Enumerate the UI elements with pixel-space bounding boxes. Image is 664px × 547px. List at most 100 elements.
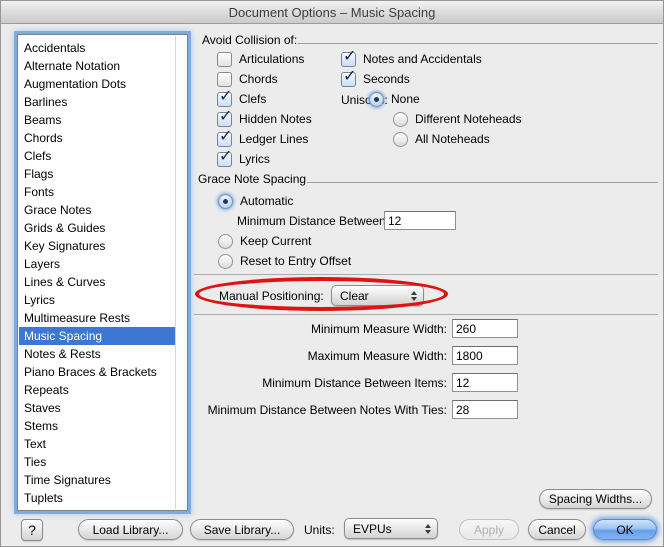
checkbox-notes-and-accidentals[interactable]: Notes and Accidentals (341, 49, 482, 69)
checkbox-lyrics[interactable]: Lyrics (217, 149, 270, 169)
category-list-scrollbar[interactable] (175, 36, 186, 509)
manual-positioning-label: Manual Positioning: (219, 289, 324, 303)
sidebar-item-beams[interactable]: Beams (19, 111, 176, 129)
sidebar-item-key-signatures[interactable]: Key Signatures (19, 237, 176, 255)
popup-value: EVPUs (353, 522, 421, 536)
minimum-distance-between-label: Minimum Distance Between: (237, 214, 389, 228)
title-bar[interactable]: Document Options – Music Spacing (1, 1, 663, 24)
sidebar-item-ties[interactable]: Ties (19, 453, 176, 471)
sidebar-item-layers[interactable]: Layers (19, 255, 176, 273)
radio-icon (218, 234, 233, 249)
checkbox-icon (217, 52, 232, 67)
radio-label: Keep Current (240, 234, 311, 248)
radio-label: All Noteheads (415, 132, 490, 146)
checkbox-checked-icon (217, 92, 232, 107)
sidebar-item-clefs[interactable]: Clefs (19, 147, 176, 165)
checkbox-checked-icon (217, 152, 232, 167)
radio-keep-current[interactable]: Keep Current (218, 231, 311, 251)
sidebar-item-repeats[interactable]: Repeats (19, 381, 176, 399)
cancel-button[interactable]: Cancel (528, 519, 586, 540)
sidebar-item-tuplets[interactable]: Tuplets (19, 489, 176, 507)
sidebar-item-barlines[interactable]: Barlines (19, 93, 176, 111)
popup-arrows-icon (411, 291, 417, 301)
checkbox-label: Hidden Notes (239, 112, 312, 126)
save-library-button[interactable]: Save Library... (190, 519, 294, 540)
units-popup[interactable]: EVPUs (344, 518, 438, 539)
sidebar-item-staves[interactable]: Staves (19, 399, 176, 417)
checkbox-articulations[interactable]: Articulations (217, 49, 304, 69)
group-rule (307, 182, 658, 183)
separator (194, 314, 658, 315)
checkbox-label: Clefs (239, 92, 266, 106)
load-library-button[interactable]: Load Library... (78, 519, 183, 540)
popup-value: Clear (340, 289, 407, 303)
maximum-measure-width-label: Maximum Measure Width: (196, 349, 447, 363)
minimum-distance-between-notes-with-ties-label: Minimum Distance Between Notes With Ties… (196, 403, 447, 417)
checkbox-checked-icon (217, 132, 232, 147)
minimum-distance-between-items-label: Minimum Distance Between Items: (196, 376, 447, 390)
radio-unisons-different-noteheads[interactable]: Different Noteheads (393, 109, 522, 129)
separator (194, 274, 658, 275)
spacing-widths-button[interactable]: Spacing Widths... (539, 489, 652, 509)
sidebar-item-accidentals[interactable]: Accidentals (19, 39, 176, 57)
sidebar-item-multimeasure-rests[interactable]: Multimeasure Rests (19, 309, 176, 327)
checkbox-label: Chords (239, 72, 278, 86)
sidebar-item-fonts[interactable]: Fonts (19, 183, 176, 201)
window-title: Document Options – Music Spacing (229, 5, 436, 20)
sidebar-item-grids-guides[interactable]: Grids & Guides (19, 219, 176, 237)
checkbox-label: Ledger Lines (239, 132, 308, 146)
radio-icon (393, 132, 408, 147)
radio-selected-icon (369, 92, 384, 107)
minimum-measure-width-label: Minimum Measure Width: (196, 322, 447, 336)
sidebar-item-lyrics[interactable]: Lyrics (19, 291, 176, 309)
apply-button[interactable]: Apply (459, 519, 519, 540)
sidebar-item-grace-notes[interactable]: Grace Notes (19, 201, 176, 219)
minimum-distance-between-items-input[interactable] (452, 373, 518, 392)
sidebar-item-alternate-notation[interactable]: Alternate Notation (19, 57, 176, 75)
ok-button[interactable]: OK (593, 519, 657, 540)
minimum-distance-between-notes-with-ties-input[interactable] (452, 400, 518, 419)
sidebar-item-lines-curves[interactable]: Lines & Curves (19, 273, 176, 291)
sidebar-item-text[interactable]: Text (19, 435, 176, 453)
radio-label: Different Noteheads (415, 112, 522, 126)
checkbox-label: Seconds (363, 72, 410, 86)
help-button[interactable]: ? (21, 519, 43, 541)
sidebar-item-stems[interactable]: Stems (19, 417, 176, 435)
checkbox-label: Notes and Accidentals (363, 52, 482, 66)
checkbox-seconds[interactable]: Seconds (341, 69, 410, 89)
radio-label: Reset to Entry Offset (240, 254, 351, 268)
radio-reset-to-entry-offset[interactable]: Reset to Entry Offset (218, 251, 351, 271)
radio-selected-icon (218, 194, 233, 209)
manual-positioning-popup[interactable]: Clear (331, 285, 424, 306)
avoid-collision-heading: Avoid Collision of: (202, 33, 297, 47)
checkbox-checked-icon (217, 112, 232, 127)
radio-label: Automatic (240, 194, 293, 208)
radio-unisons-all-noteheads[interactable]: All Noteheads (393, 129, 490, 149)
checkbox-checked-icon (341, 52, 356, 67)
radio-automatic[interactable]: Automatic (218, 191, 293, 211)
avoid-collision-group-header: Avoid Collision of: (202, 33, 658, 47)
sidebar-item-time-signatures[interactable]: Time Signatures (19, 471, 176, 489)
checkbox-icon (217, 72, 232, 87)
checkbox-label: Lyrics (239, 152, 270, 166)
minimum-distance-between-input[interactable] (384, 211, 456, 230)
group-rule (298, 43, 658, 44)
sidebar-item-flags[interactable]: Flags (19, 165, 176, 183)
popup-arrows-icon (425, 524, 431, 534)
units-label: Units: (304, 523, 335, 537)
sidebar-item-piano-braces-brackets[interactable]: Piano Braces & Brackets (19, 363, 176, 381)
minimum-measure-width-input[interactable] (452, 319, 518, 338)
sidebar-item-notes-rests[interactable]: Notes & Rests (19, 345, 176, 363)
sidebar-item-chords[interactable]: Chords (19, 129, 176, 147)
sidebar-item-music-spacing[interactable]: Music Spacing (19, 327, 176, 345)
category-list: Accidentals Alternate Notation Augmentat… (17, 34, 188, 511)
document-options-dialog: Document Options – Music Spacing Acciden… (0, 0, 664, 547)
checkbox-label: Articulations (239, 52, 304, 66)
radio-unisons-none[interactable]: None (369, 89, 420, 109)
radio-label: None (391, 92, 420, 106)
sidebar-item-augmentation-dots[interactable]: Augmentation Dots (19, 75, 176, 93)
radio-icon (218, 254, 233, 269)
radio-icon (393, 112, 408, 127)
maximum-measure-width-input[interactable] (452, 346, 518, 365)
grace-note-spacing-group-header: Grace Note Spacing (198, 172, 658, 186)
